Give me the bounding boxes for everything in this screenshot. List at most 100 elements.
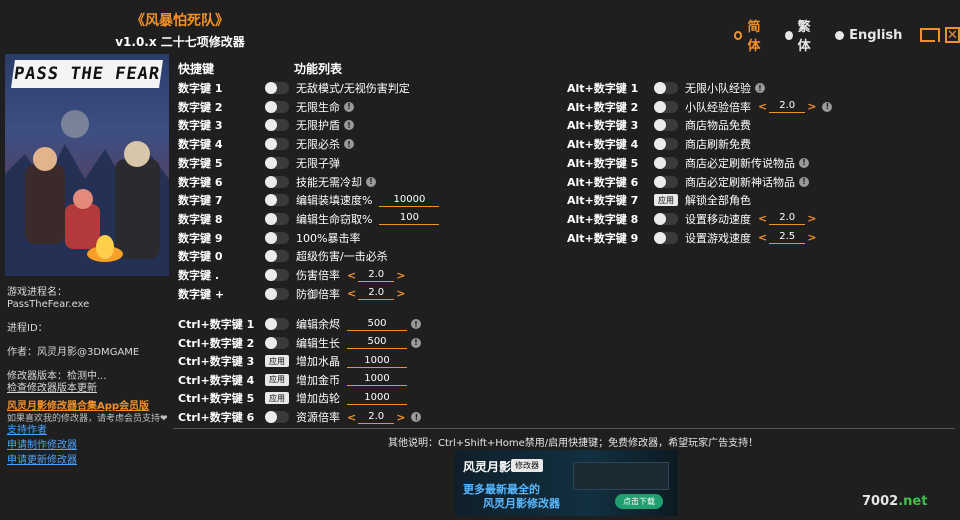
- toggle-switch[interactable]: [265, 287, 289, 300]
- function-name: 解锁全部角色: [685, 194, 751, 208]
- toggle-switch[interactable]: [265, 156, 289, 169]
- function-name: 超级伤害/一击必杀: [296, 250, 388, 264]
- value-input[interactable]: 100: [379, 212, 440, 226]
- radio-icon[interactable]: [734, 30, 743, 40]
- check-update-link[interactable]: 检查修改器版本更新: [7, 383, 171, 395]
- increase-arrow-icon[interactable]: >: [394, 411, 407, 424]
- radio-icon[interactable]: [835, 30, 845, 40]
- decrease-arrow-icon[interactable]: <: [345, 269, 358, 282]
- toggle-switch[interactable]: [654, 82, 678, 94]
- lang-option-english[interactable]: English: [835, 28, 902, 43]
- hotkey-label: Ctrl+数字键 3: [178, 355, 255, 369]
- toggle-switch[interactable]: [265, 269, 289, 281]
- author-text: 作者：风灵月影@3DMGAME: [7, 347, 140, 358]
- info-icon[interactable]: !: [344, 101, 354, 112]
- decrease-arrow-icon[interactable]: <: [756, 100, 769, 113]
- decrease-arrow-icon[interactable]: <: [756, 212, 769, 225]
- decrease-arrow-icon[interactable]: <: [345, 287, 358, 300]
- footer-divider: [173, 428, 955, 429]
- stepper-value[interactable]: 2.0: [358, 287, 395, 301]
- option-control: 伤害倍率 <2.0 >: [265, 267, 407, 283]
- option-control: 无限子弹: [265, 155, 340, 171]
- apply-button[interactable]: 应用: [265, 355, 289, 368]
- lang-option-simplified[interactable]: 简体: [734, 16, 771, 54]
- ad-banner[interactable]: 风灵月影 修改器 更多最新最全的 风灵月影修改器 点击下载: [455, 450, 678, 516]
- increase-arrow-icon[interactable]: >: [394, 287, 407, 300]
- increase-arrow-icon[interactable]: >: [394, 269, 407, 282]
- option-control: 商店物品免费: [654, 117, 751, 133]
- apply-button[interactable]: 应用: [265, 392, 289, 405]
- decrease-arrow-icon[interactable]: <: [345, 411, 358, 424]
- value-input[interactable]: 1000: [347, 373, 407, 387]
- info-icon[interactable]: !: [822, 101, 833, 112]
- function-name: 编辑生长: [296, 336, 340, 350]
- function-name: 小队经验倍率: [685, 100, 751, 114]
- ctrl-option-row: Ctrl+数字键 4 应用 增加金币 1000: [178, 371, 558, 389]
- value-input[interactable]: 1000: [347, 392, 407, 405]
- info-icon[interactable]: !: [366, 176, 376, 187]
- info-icon[interactable]: !: [344, 139, 354, 150]
- toggle-switch[interactable]: [654, 119, 678, 132]
- toggle-switch[interactable]: [654, 231, 678, 244]
- toggle-switch[interactable]: [265, 250, 289, 263]
- ctrl-option-row: Ctrl+数字键 2 编辑生长 500!: [178, 334, 558, 352]
- toggle-switch[interactable]: [265, 194, 289, 207]
- support-author-link[interactable]: 支持作者: [7, 425, 171, 437]
- increase-arrow-icon[interactable]: >: [805, 231, 818, 244]
- decrease-arrow-icon[interactable]: <: [756, 231, 769, 244]
- numpad-option-row: 数字键 + 防御倍率 <2.0 >: [178, 285, 558, 303]
- hotkey-label: Ctrl+数字键 2: [178, 336, 255, 350]
- value-input[interactable]: 500: [347, 318, 407, 331]
- apply-button[interactable]: 应用: [654, 194, 678, 207]
- toggle-switch[interactable]: [265, 138, 289, 151]
- close-icon[interactable]: ✕: [945, 27, 960, 43]
- stepper-value[interactable]: 2.0: [358, 269, 395, 282]
- apply-button[interactable]: 应用: [265, 373, 289, 386]
- increase-arrow-icon[interactable]: >: [805, 212, 818, 225]
- toggle-switch[interactable]: [654, 100, 678, 113]
- toggle-switch[interactable]: [265, 411, 289, 423]
- version-text: 修改器版本：检测中...: [7, 371, 107, 382]
- info-icon[interactable]: !: [799, 176, 809, 187]
- banner-download-button[interactable]: 点击下载: [615, 494, 663, 509]
- toggle-switch[interactable]: [265, 231, 289, 244]
- radio-icon[interactable]: [784, 30, 793, 40]
- toggle-switch[interactable]: [265, 318, 289, 330]
- banner-tag: 修改器: [511, 459, 543, 472]
- toggle-switch[interactable]: [265, 212, 289, 225]
- request-trainer-link[interactable]: 申请制作修改器: [7, 440, 171, 452]
- info-icon[interactable]: !: [344, 120, 354, 131]
- value-input[interactable]: 500: [347, 336, 407, 350]
- function-name: 无限必杀: [296, 138, 340, 152]
- value-input[interactable]: 1000: [347, 355, 407, 368]
- function-name: 商店必定刷新神话物品: [685, 175, 795, 189]
- option-control: 技能无需冷却!: [265, 174, 376, 190]
- stepper-value[interactable]: 2.5: [769, 231, 806, 245]
- value-input[interactable]: 10000: [379, 194, 440, 207]
- info-icon[interactable]: !: [411, 412, 422, 422]
- stepper-value[interactable]: 2.0: [769, 100, 806, 114]
- option-control: 无限生命!: [265, 99, 354, 115]
- toggle-switch[interactable]: [654, 156, 678, 169]
- minimize-icon[interactable]: [920, 28, 940, 42]
- info-icon[interactable]: !: [755, 83, 765, 93]
- toggle-switch[interactable]: [654, 175, 678, 188]
- toggle-switch[interactable]: [265, 336, 289, 349]
- lang-option-traditional[interactable]: 繁体: [784, 16, 822, 54]
- stepper-value[interactable]: 2.0: [358, 411, 395, 424]
- toggle-switch[interactable]: [654, 212, 678, 225]
- toggle-switch[interactable]: [265, 119, 289, 132]
- info-icon[interactable]: !: [411, 319, 421, 329]
- title-block: 《风暴怕死队》 v1.0.x 二十七项修改器: [100, 10, 260, 50]
- info-icon[interactable]: !: [411, 337, 421, 348]
- info-icon[interactable]: !: [799, 157, 809, 168]
- alt-option-row: Alt+数字键 9 设置游戏速度 <2.5 >: [567, 229, 947, 247]
- toggle-switch[interactable]: [265, 100, 289, 113]
- toggle-switch[interactable]: [265, 82, 289, 94]
- increase-arrow-icon[interactable]: >: [805, 100, 818, 113]
- toggle-switch[interactable]: [654, 138, 678, 151]
- stepper-value[interactable]: 2.0: [769, 212, 806, 226]
- promo-link[interactable]: 风灵月影修改器合集App会员版: [7, 401, 171, 413]
- toggle-switch[interactable]: [265, 175, 289, 188]
- request-update-link[interactable]: 申请更新修改器: [7, 455, 171, 467]
